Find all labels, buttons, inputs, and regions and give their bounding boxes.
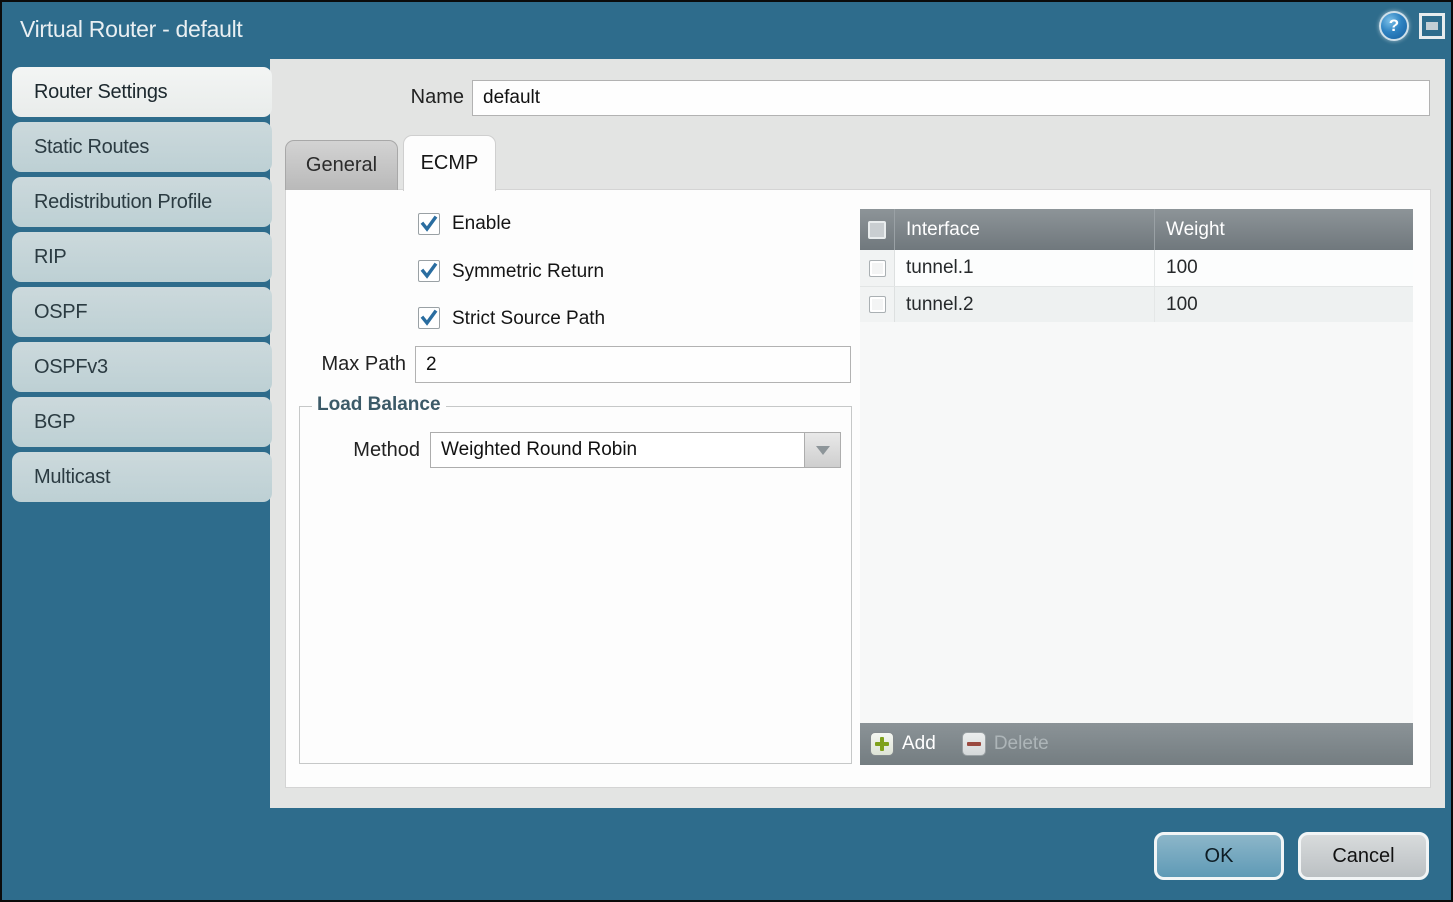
checkmark-icon bbox=[420, 215, 438, 233]
sidebar-item-ospf[interactable]: OSPF bbox=[12, 287, 272, 337]
table-footer: Add Delete bbox=[860, 723, 1413, 765]
select-all-checkbox[interactable] bbox=[868, 221, 886, 239]
strict-source-path-checkbox[interactable] bbox=[418, 307, 440, 329]
sidebar-item-redistribution-profile[interactable]: Redistribution Profile bbox=[12, 177, 272, 227]
sidebar-item-multicast[interactable]: Multicast bbox=[12, 452, 272, 502]
help-icon-glyph: ? bbox=[1389, 16, 1399, 36]
row-checkbox[interactable] bbox=[869, 296, 886, 313]
sidebar-item-router-settings[interactable]: Router Settings bbox=[12, 67, 272, 117]
delete-button[interactable]: Delete bbox=[962, 732, 1049, 756]
delete-button-label: Delete bbox=[994, 733, 1049, 755]
method-label: Method bbox=[332, 439, 420, 462]
load-balance-legend: Load Balance bbox=[312, 394, 446, 416]
weight-column-header[interactable]: Weight bbox=[1156, 209, 1413, 250]
maximize-icon[interactable] bbox=[1419, 13, 1445, 39]
virtual-router-dialog: Virtual Router - default ? Router Settin… bbox=[0, 0, 1453, 902]
strict-source-path-label: Strict Source Path bbox=[452, 308, 605, 330]
add-button[interactable]: Add bbox=[870, 732, 936, 756]
ok-button[interactable]: OK bbox=[1154, 832, 1284, 880]
max-path-input[interactable] bbox=[415, 346, 851, 383]
checkmark-icon bbox=[420, 309, 438, 327]
enable-checkbox[interactable] bbox=[418, 213, 440, 235]
method-dropdown-value: Weighted Round Robin bbox=[441, 433, 803, 467]
interface-column-header[interactable]: Interface bbox=[896, 209, 1155, 250]
interface-cell: tunnel.1 bbox=[896, 250, 1155, 286]
interface-cell: tunnel.2 bbox=[896, 287, 1155, 322]
cancel-button[interactable]: Cancel bbox=[1298, 832, 1429, 880]
sidebar-item-ospfv3[interactable]: OSPFv3 bbox=[12, 342, 272, 392]
maximize-icon-rect bbox=[1426, 22, 1438, 30]
delete-icon bbox=[962, 732, 986, 756]
add-button-label: Add bbox=[902, 733, 936, 755]
weight-cell: 100 bbox=[1156, 287, 1413, 322]
dialog-title: Virtual Router - default bbox=[20, 16, 243, 43]
symmetric-return-checkbox[interactable] bbox=[418, 260, 440, 282]
help-icon[interactable]: ? bbox=[1379, 11, 1409, 41]
symmetric-return-label: Symmetric Return bbox=[452, 261, 604, 283]
sidebar-item-static-routes[interactable]: Static Routes bbox=[12, 122, 272, 172]
weight-cell: 100 bbox=[1156, 250, 1413, 286]
interface-table: Interface Weight tunnel.1 100 tunnel.2 1… bbox=[860, 209, 1413, 765]
title-bar: Virtual Router - default ? bbox=[2, 2, 1451, 59]
table-row[interactable]: tunnel.2 100 bbox=[860, 286, 1413, 322]
row-checkbox-cell bbox=[860, 250, 895, 286]
enable-label: Enable bbox=[452, 213, 511, 235]
sidebar-item-rip[interactable]: RIP bbox=[12, 232, 272, 282]
tab-general[interactable]: General bbox=[285, 140, 398, 190]
method-dropdown[interactable]: Weighted Round Robin bbox=[430, 432, 841, 468]
table-header: Interface Weight bbox=[860, 209, 1413, 250]
add-icon bbox=[870, 732, 894, 756]
name-label: Name bbox=[332, 86, 464, 109]
dropdown-button[interactable] bbox=[804, 433, 840, 467]
max-path-label: Max Path bbox=[302, 353, 406, 376]
checkmark-icon bbox=[420, 262, 438, 280]
row-checkbox[interactable] bbox=[869, 260, 886, 277]
sidebar-item-bgp[interactable]: BGP bbox=[12, 397, 272, 447]
table-row[interactable]: tunnel.1 100 bbox=[860, 250, 1413, 286]
row-checkbox-cell bbox=[860, 287, 895, 322]
name-input[interactable] bbox=[472, 80, 1430, 116]
tab-ecmp[interactable]: ECMP bbox=[403, 135, 496, 191]
chevron-down-icon bbox=[816, 446, 830, 455]
header-checkbox-cell bbox=[860, 209, 895, 250]
